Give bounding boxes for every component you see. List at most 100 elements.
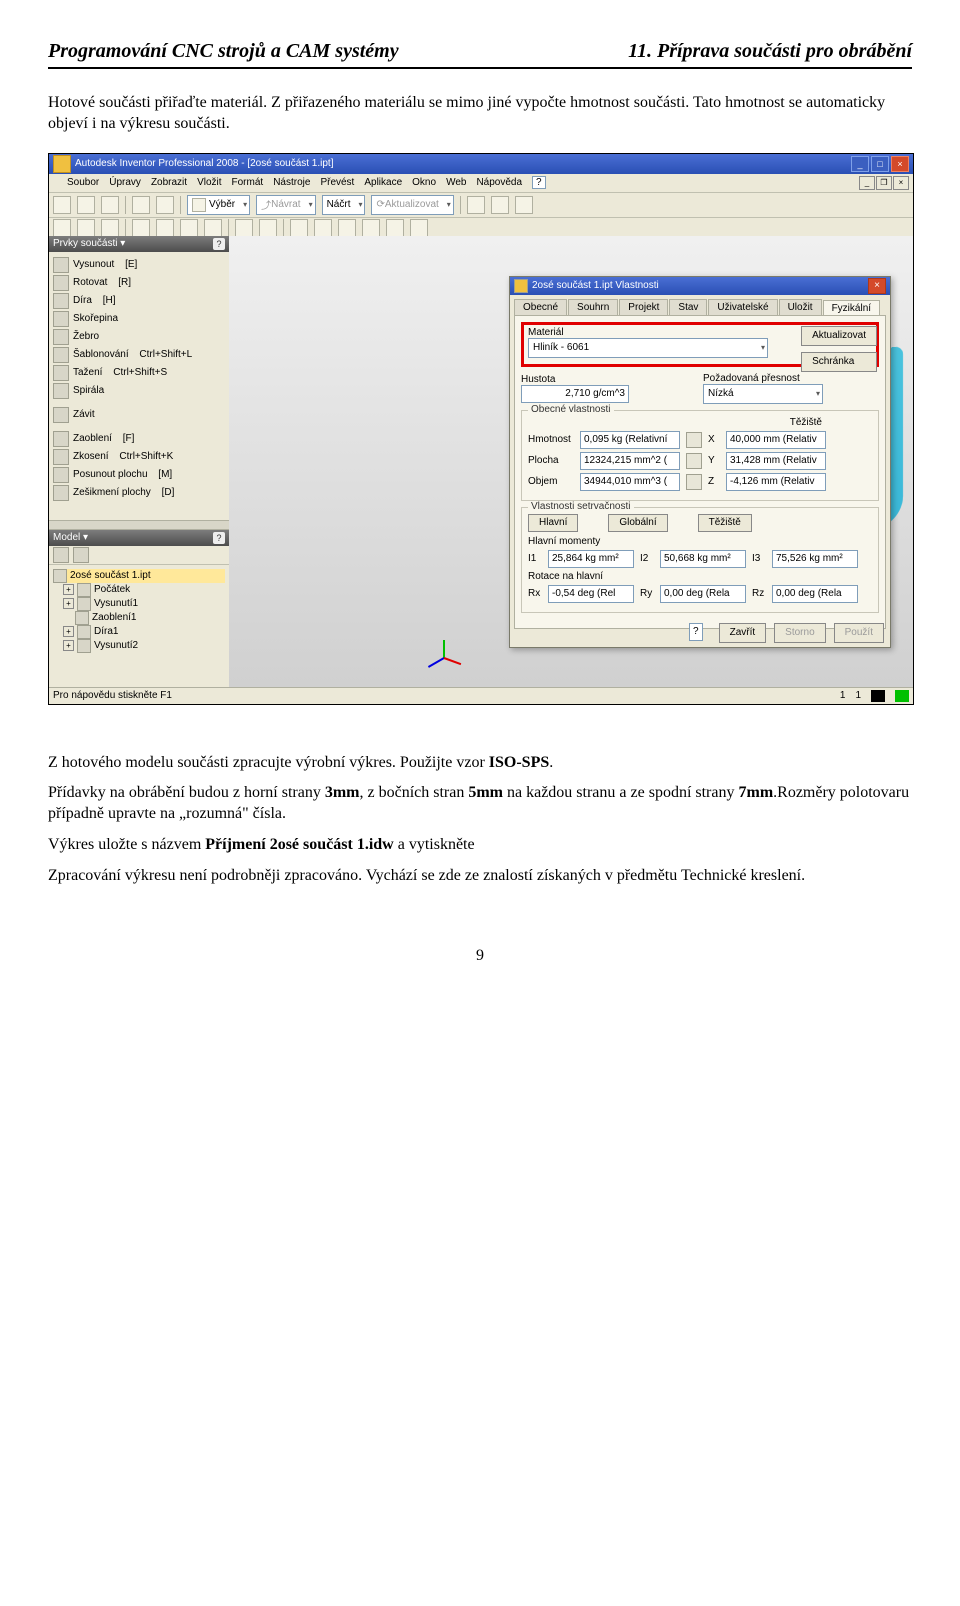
view-icon[interactable] bbox=[314, 219, 332, 237]
mdi-close-button[interactable]: × bbox=[893, 176, 909, 190]
menu-upravy[interactable]: Úpravy bbox=[109, 177, 141, 188]
clipboard-button[interactable]: Schránka bbox=[801, 352, 877, 372]
tree-extrude2[interactable]: +Vysunutí2 bbox=[53, 639, 225, 653]
tab-obecne[interactable]: Obecné bbox=[514, 299, 567, 315]
view-icon[interactable] bbox=[410, 219, 428, 237]
view-icon[interactable] bbox=[204, 219, 222, 237]
panel-help-icon[interactable]: ? bbox=[213, 238, 225, 250]
calc-icon[interactable] bbox=[686, 474, 702, 490]
menu-aplikace[interactable]: Aplikace bbox=[364, 177, 402, 188]
splitter[interactable] bbox=[49, 520, 229, 530]
panel-help-icon[interactable]: ? bbox=[213, 532, 225, 544]
nav-icon[interactable] bbox=[491, 196, 509, 214]
undo-icon[interactable] bbox=[132, 196, 150, 214]
menu-napoveda[interactable]: Nápověda bbox=[476, 177, 522, 188]
mdi-minimize-button[interactable]: _ bbox=[859, 176, 875, 190]
feature-extrude[interactable]: Vysunout [E] bbox=[51, 256, 227, 274]
new-icon[interactable] bbox=[53, 196, 71, 214]
view-icon[interactable] bbox=[77, 219, 95, 237]
open-icon[interactable] bbox=[77, 196, 95, 214]
update-button[interactable]: Aktualizovat bbox=[801, 326, 877, 346]
feature-fillet[interactable]: Zaoblení [F] bbox=[51, 430, 227, 448]
calc-icon[interactable] bbox=[686, 432, 702, 448]
menu-soubor[interactable]: Soubor bbox=[67, 177, 99, 188]
dialog-close-button[interactable]: × bbox=[868, 278, 886, 294]
menu-zobrazit[interactable]: Zobrazit bbox=[151, 177, 187, 188]
menu-prevest[interactable]: Převést bbox=[320, 177, 354, 188]
view-icon[interactable] bbox=[259, 219, 277, 237]
expand-icon[interactable]: + bbox=[63, 626, 74, 637]
dialog-help-button[interactable]: ? bbox=[689, 623, 703, 641]
tree-icon[interactable] bbox=[73, 547, 89, 563]
tree-extrude1[interactable]: +Vysunutí1 bbox=[53, 597, 225, 611]
tree-origin[interactable]: +Počátek bbox=[53, 583, 225, 597]
feature-thread[interactable]: Závit bbox=[51, 406, 227, 424]
menu-web[interactable]: Web bbox=[446, 177, 466, 188]
dialog-titlebar[interactable]: 2osé součást 1.ipt Vlastnosti × bbox=[510, 277, 890, 295]
view-icon[interactable] bbox=[235, 219, 253, 237]
view-icon[interactable] bbox=[156, 219, 174, 237]
tab-ulozit[interactable]: Uložit bbox=[779, 299, 822, 315]
save-icon[interactable] bbox=[101, 196, 119, 214]
precision-dropdown[interactable]: Nízká bbox=[703, 384, 823, 404]
expand-icon[interactable]: + bbox=[63, 584, 74, 595]
nav-icon[interactable] bbox=[467, 196, 485, 214]
inertia-tab-globalni[interactable]: Globální bbox=[608, 514, 667, 532]
expand-icon[interactable]: + bbox=[63, 598, 74, 609]
nav-icon[interactable] bbox=[515, 196, 533, 214]
view-icon[interactable] bbox=[338, 219, 356, 237]
help-button[interactable]: ? bbox=[532, 176, 546, 189]
window-maximize-button[interactable]: □ bbox=[871, 156, 889, 172]
color-swatch-green[interactable] bbox=[895, 690, 909, 702]
features-panel-header[interactable]: Prvky součásti ▾ ? bbox=[49, 236, 229, 252]
tab-stav[interactable]: Stav bbox=[669, 299, 707, 315]
filter-icon[interactable] bbox=[53, 547, 69, 563]
calc-icon[interactable] bbox=[686, 453, 702, 469]
feature-revolve[interactable]: Rotovat [R] bbox=[51, 274, 227, 292]
redo-icon[interactable] bbox=[156, 196, 174, 214]
view-icon[interactable] bbox=[290, 219, 308, 237]
inertia-tab-teziste[interactable]: Těžiště bbox=[698, 514, 752, 532]
tree-fillet1[interactable]: Zaoblení1 bbox=[53, 611, 225, 625]
feature-sweep[interactable]: Tažení Ctrl+Shift+S bbox=[51, 364, 227, 382]
tab-uzivatelske[interactable]: Uživatelské bbox=[708, 299, 777, 315]
mdi-restore-button[interactable]: ❐ bbox=[876, 176, 892, 190]
feature-draft[interactable]: Zešikmení plochy [D] bbox=[51, 484, 227, 502]
feature-chamfer[interactable]: Zkosení Ctrl+Shift+K bbox=[51, 448, 227, 466]
return-dropdown[interactable]: ⤴ Návrat bbox=[256, 195, 315, 215]
feature-coil[interactable]: Spirála bbox=[51, 382, 227, 400]
tab-fyzikalni[interactable]: Fyzikální bbox=[823, 300, 880, 316]
view-icon[interactable] bbox=[101, 219, 119, 237]
view-icon[interactable] bbox=[132, 219, 150, 237]
tab-projekt[interactable]: Projekt bbox=[619, 299, 668, 315]
expand-icon[interactable]: + bbox=[63, 640, 74, 651]
color-swatch-black[interactable] bbox=[871, 690, 885, 702]
feature-loft[interactable]: Šablonování Ctrl+Shift+L bbox=[51, 346, 227, 364]
menu-vlozit[interactable]: Vložit bbox=[197, 177, 221, 188]
tree-hole1[interactable]: +Díra1 bbox=[53, 625, 225, 639]
feature-moveface[interactable]: Posunout plochu [M] bbox=[51, 466, 227, 484]
apply-button[interactable]: Použít bbox=[834, 623, 884, 643]
close-button[interactable]: Zavřít bbox=[719, 623, 767, 643]
material-dropdown[interactable]: Hliník - 6061 bbox=[528, 338, 768, 358]
tab-souhrn[interactable]: Souhrn bbox=[568, 299, 618, 315]
update-button[interactable]: ⟳ Aktualizovat bbox=[371, 195, 453, 215]
menu-format[interactable]: Formát bbox=[232, 177, 264, 188]
inertia-tab-hlavni[interactable]: Hlavní bbox=[528, 514, 578, 532]
model-panel-header[interactable]: Model ▾ ? bbox=[49, 530, 229, 546]
feature-shell[interactable]: Skořepina bbox=[51, 310, 227, 328]
cancel-button[interactable]: Storno bbox=[774, 623, 825, 643]
feature-rib[interactable]: Žebro bbox=[51, 328, 227, 346]
view-icon[interactable] bbox=[386, 219, 404, 237]
feature-hole[interactable]: Díra [H] bbox=[51, 292, 227, 310]
view-icon[interactable] bbox=[180, 219, 198, 237]
tree-root[interactable]: 2osé součást 1.ipt bbox=[53, 569, 225, 583]
select-dropdown[interactable]: Výběr bbox=[187, 195, 250, 215]
sketch-dropdown[interactable]: Náčrt bbox=[322, 195, 366, 215]
view-icon[interactable] bbox=[53, 219, 71, 237]
menu-nastroje[interactable]: Nástroje bbox=[273, 177, 310, 188]
window-close-button[interactable]: × bbox=[891, 156, 909, 172]
window-minimize-button[interactable]: _ bbox=[851, 156, 869, 172]
menu-okno[interactable]: Okno bbox=[412, 177, 436, 188]
view-icon[interactable] bbox=[362, 219, 380, 237]
